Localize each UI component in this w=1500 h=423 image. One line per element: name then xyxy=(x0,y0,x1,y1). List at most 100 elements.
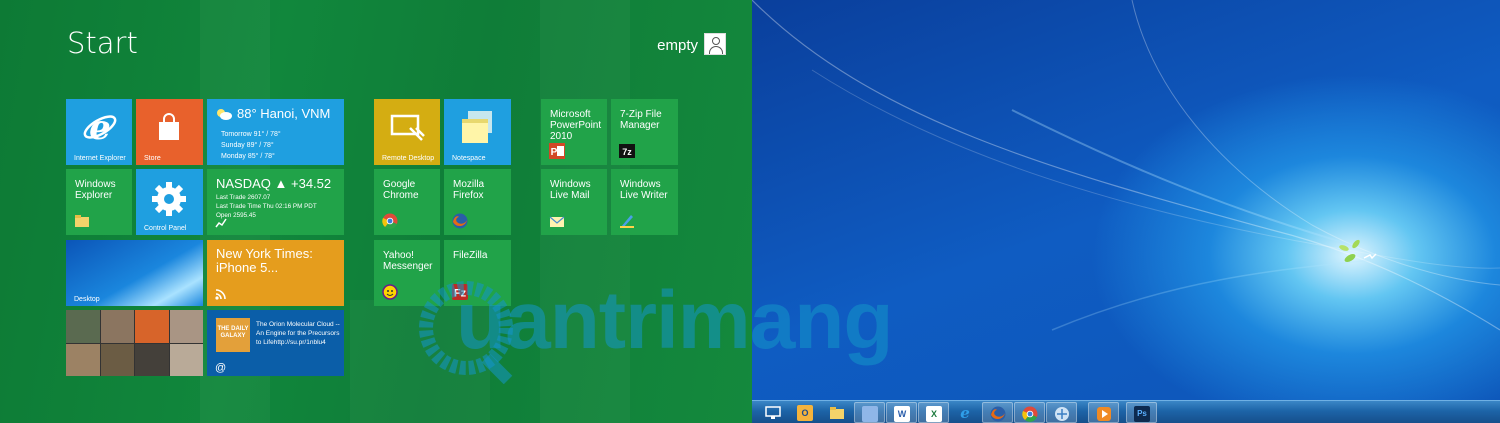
network-icon xyxy=(1055,407,1069,421)
tile-label: Mozilla Firefox xyxy=(453,179,485,201)
forecast-row: Tomorrow 91° / 78° xyxy=(221,131,281,138)
word-icon: W xyxy=(894,406,910,422)
show-desktop-button[interactable] xyxy=(758,402,789,423)
taskbar-chrome[interactable] xyxy=(1014,402,1045,423)
sticky-notes-icon xyxy=(462,111,492,143)
taskbar-firefox[interactable] xyxy=(982,402,1013,423)
tile-label: Google Chrome xyxy=(383,179,419,201)
internet-explorer-icon: e xyxy=(960,404,970,422)
contact-photo xyxy=(169,310,203,343)
contact-photo xyxy=(169,343,203,376)
tile-windows-live-mail[interactable]: Windows Live Mail xyxy=(541,169,607,235)
tile-mozilla-firefox[interactable]: Mozilla Firefox xyxy=(444,169,511,235)
user-avatar-icon[interactable] xyxy=(704,33,726,55)
7zip-icon: 7z xyxy=(619,144,635,158)
start-title: Start xyxy=(67,26,138,60)
chrome-icon xyxy=(1022,406,1038,422)
contact-photo xyxy=(135,310,169,343)
watermark: uantrimang xyxy=(416,270,1036,390)
taskbar-outlook[interactable]: O xyxy=(790,402,821,423)
forecast-row: Sunday 89° / 78° xyxy=(221,142,274,149)
tile-label: Desktop xyxy=(74,296,100,303)
tile-label: 7-Zip File Manager xyxy=(620,109,662,131)
nasdaq-details: Last Trade 2607.07 Last Trade Time Thu 0… xyxy=(216,193,317,220)
taskbar-network-tool[interactable] xyxy=(1046,402,1077,423)
partly-cloudy-icon xyxy=(217,109,232,120)
virtualbox-icon xyxy=(862,406,878,422)
taskbar-internet-explorer[interactable]: e xyxy=(950,402,981,423)
tile-label: FileZilla xyxy=(453,250,488,261)
svg-text:7z: 7z xyxy=(622,147,632,157)
monitor-icon xyxy=(765,406,781,419)
firefox-icon xyxy=(452,213,468,229)
firefox-icon xyxy=(990,406,1006,422)
tile-powerpoint[interactable]: Microsoft PowerPoint 2010 P xyxy=(541,99,607,165)
tile-label: Notespace xyxy=(452,155,486,162)
user-name[interactable]: empty xyxy=(657,37,698,54)
tile-weather[interactable]: 88° Hanoi, VNM Tomorrow 91° / 78° Sunday… xyxy=(207,99,344,165)
tile-label: Yahoo! Messenger xyxy=(383,250,433,272)
tile-label: Windows Live Mail xyxy=(550,179,591,201)
contact-photo xyxy=(66,343,100,376)
news-headline: New York Times: iPhone 5... xyxy=(216,246,313,275)
tile-people[interactable] xyxy=(66,310,203,376)
tile-store[interactable]: Store xyxy=(136,99,203,165)
tile-finance[interactable]: NASDAQ ▲ +34.52 Last Trade 2607.07 Last … xyxy=(207,169,344,235)
internet-explorer-icon: e xyxy=(83,109,117,145)
svg-text:e: e xyxy=(89,109,111,145)
taskbar-explorer[interactable] xyxy=(822,402,853,423)
shopping-bag-icon xyxy=(159,113,179,140)
tile-7zip[interactable]: 7-Zip File Manager 7z xyxy=(611,99,678,165)
remote-desktop-icon xyxy=(390,114,425,141)
watermark-text: uantrimang xyxy=(456,275,893,366)
live-writer-icon xyxy=(620,215,634,228)
taskbar-word[interactable]: W xyxy=(886,402,917,423)
rss-icon xyxy=(215,289,226,300)
yahoo-messenger-icon xyxy=(382,284,398,300)
taskbar-media-player[interactable] xyxy=(1088,402,1119,423)
svg-text:P: P xyxy=(551,147,558,158)
media-player-icon xyxy=(1097,407,1111,421)
nasdaq-value: NASDAQ ▲ +34.52 xyxy=(216,176,332,191)
taskbar-photoshop[interactable]: Ps xyxy=(1126,402,1157,423)
forecast-row: Monday 85° / 78° xyxy=(221,153,275,160)
tile-label: Store xyxy=(144,155,161,162)
at-icon: @ xyxy=(215,362,227,374)
weather-current: 88° Hanoi, VNM xyxy=(237,106,331,121)
tile-internet-explorer[interactable]: e Internet Explorer xyxy=(66,99,132,165)
contact-photo xyxy=(100,343,134,376)
contact-photo xyxy=(100,310,134,343)
folder-icon xyxy=(830,407,844,419)
tile-control-panel[interactable]: Control Panel xyxy=(136,169,203,235)
folder-icon xyxy=(75,215,89,227)
tile-google-chrome[interactable]: Google Chrome xyxy=(374,169,440,235)
tile-social-feed[interactable]: THE DAILY GALAXY The Orion Molecular Clo… xyxy=(207,310,344,376)
taskbar: O W X e Ps xyxy=(752,400,1500,423)
tile-label: Windows Live Writer xyxy=(620,179,668,201)
nasdaq-line: Last Trade 2607.07 xyxy=(216,194,271,201)
tile-windows-explorer[interactable]: Windows Explorer xyxy=(66,169,132,235)
excel-icon: X xyxy=(926,406,942,422)
tile-remote-desktop[interactable]: Remote Desktop xyxy=(374,99,440,165)
tile-notespace[interactable]: Notespace xyxy=(444,99,511,165)
tile-news-rss[interactable]: New York Times: iPhone 5... xyxy=(207,240,344,306)
tile-label: Control Panel xyxy=(144,225,187,232)
daily-galaxy-logo: THE DAILY GALAXY xyxy=(216,318,250,352)
outlook-icon: O xyxy=(797,405,813,421)
powerpoint-icon: P xyxy=(549,143,565,159)
nasdaq-line: Open 2595.45 xyxy=(216,212,256,219)
contact-photo xyxy=(66,310,100,343)
tile-label: Remote Desktop xyxy=(382,155,435,162)
tile-label: Microsoft PowerPoint 2010 xyxy=(550,109,602,142)
tile-desktop[interactable]: Desktop xyxy=(66,240,203,306)
feed-text: The Orion Molecular Cloud -- An Engine f… xyxy=(256,321,340,346)
chart-trend-icon xyxy=(215,218,227,228)
taskbar-excel[interactable]: X xyxy=(918,402,949,423)
photoshop-icon: Ps xyxy=(1134,406,1150,422)
live-mail-icon xyxy=(549,216,565,227)
chrome-icon xyxy=(382,213,398,229)
tile-windows-live-writer[interactable]: Windows Live Writer xyxy=(611,169,678,235)
gear-icon xyxy=(152,182,186,216)
nasdaq-line: Last Trade Time Thu 02:16 PM PDT xyxy=(216,203,317,210)
taskbar-virtualbox[interactable] xyxy=(854,402,885,423)
